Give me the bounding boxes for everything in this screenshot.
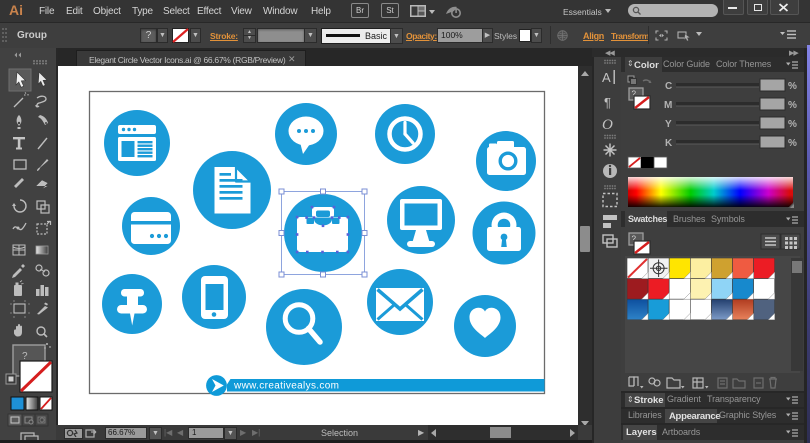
svg-text:M: M <box>664 100 672 111</box>
svg-text:C: C <box>665 81 672 92</box>
svg-text:%: % <box>788 119 797 130</box>
svg-text:%: % <box>788 138 797 149</box>
svg-text:?: ? <box>22 351 28 362</box>
svg-text:www.creativealys.com: www.creativealys.com <box>233 381 339 392</box>
svg-text:K: K <box>665 138 673 149</box>
svg-text:¶: ¶ <box>604 95 611 110</box>
svg-text:%: % <box>788 100 797 111</box>
svg-text:O: O <box>602 117 613 133</box>
svg-text:A: A <box>602 70 611 85</box>
svg-text:%: % <box>788 81 797 92</box>
svg-text:Y: Y <box>665 119 672 130</box>
